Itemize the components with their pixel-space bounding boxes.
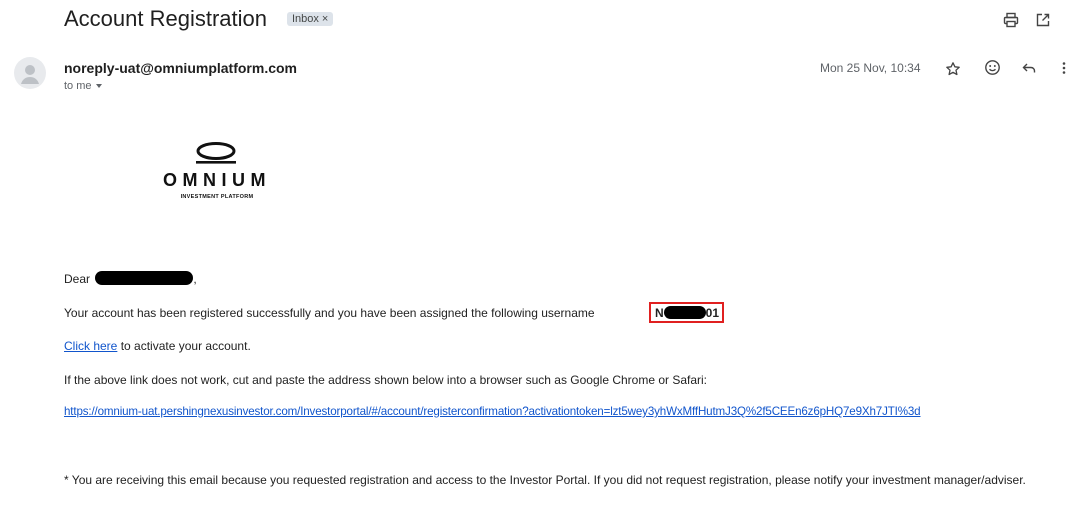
inbox-label-chip[interactable]: Inbox × — [287, 12, 334, 26]
open-in-new-window-icon[interactable] — [1034, 11, 1052, 29]
greeting-comma: , — [193, 272, 197, 286]
registered-message: Your account has been registered success… — [64, 306, 595, 320]
star-icon[interactable] — [944, 60, 962, 78]
logo-wordmark: OMNIUM — [163, 170, 271, 190]
activation-url-line: https://omnium-uat.pershingnexusinvestor… — [64, 405, 921, 418]
emoji-icon[interactable] — [983, 58, 1001, 76]
redacted-username — [663, 306, 706, 319]
activation-url-link[interactable]: https://omnium-uat.pershingnexusinvestor… — [64, 405, 921, 418]
sender-avatar[interactable] — [14, 57, 46, 89]
reply-icon[interactable] — [1020, 59, 1038, 77]
omnium-logo: OMNIUM INVESTMENT PLATFORM — [122, 140, 322, 204]
username-suffix: 01 — [705, 306, 720, 320]
greeting-line: Dear , — [64, 271, 197, 286]
activate-line: Click here to activate your account. — [64, 339, 251, 353]
email-date: Mon 25 Nov, 10:34 — [820, 61, 921, 75]
disclaimer-footnote: * You are receiving this email because y… — [64, 473, 1026, 487]
chevron-down-icon — [95, 84, 102, 89]
email-subject: Account Registration — [64, 6, 267, 31]
logo-tagline: INVESTMENT PLATFORM — [181, 194, 254, 200]
fallback-instructions: If the above link does not work, cut and… — [64, 373, 708, 387]
activate-text: to activate your account. — [120, 339, 251, 353]
greeting-word: Dear — [64, 272, 91, 286]
click-here-link[interactable]: Click here — [64, 339, 117, 353]
sender-email[interactable]: noreply-uat@omniumplatform.com — [64, 60, 297, 76]
more-vert-icon[interactable] — [1055, 59, 1073, 77]
username-prefix: N — [655, 306, 664, 320]
recipient-label: to me — [64, 80, 92, 92]
printer-icon[interactable] — [1002, 11, 1020, 29]
inbox-label-text: Inbox — [292, 13, 319, 25]
person-avatar-icon — [21, 65, 39, 84]
redacted-name — [95, 271, 194, 285]
remove-label-icon[interactable]: × — [322, 13, 328, 25]
username-value: N 01 — [655, 306, 719, 320]
recipient-toggle[interactable]: to me — [64, 80, 102, 92]
